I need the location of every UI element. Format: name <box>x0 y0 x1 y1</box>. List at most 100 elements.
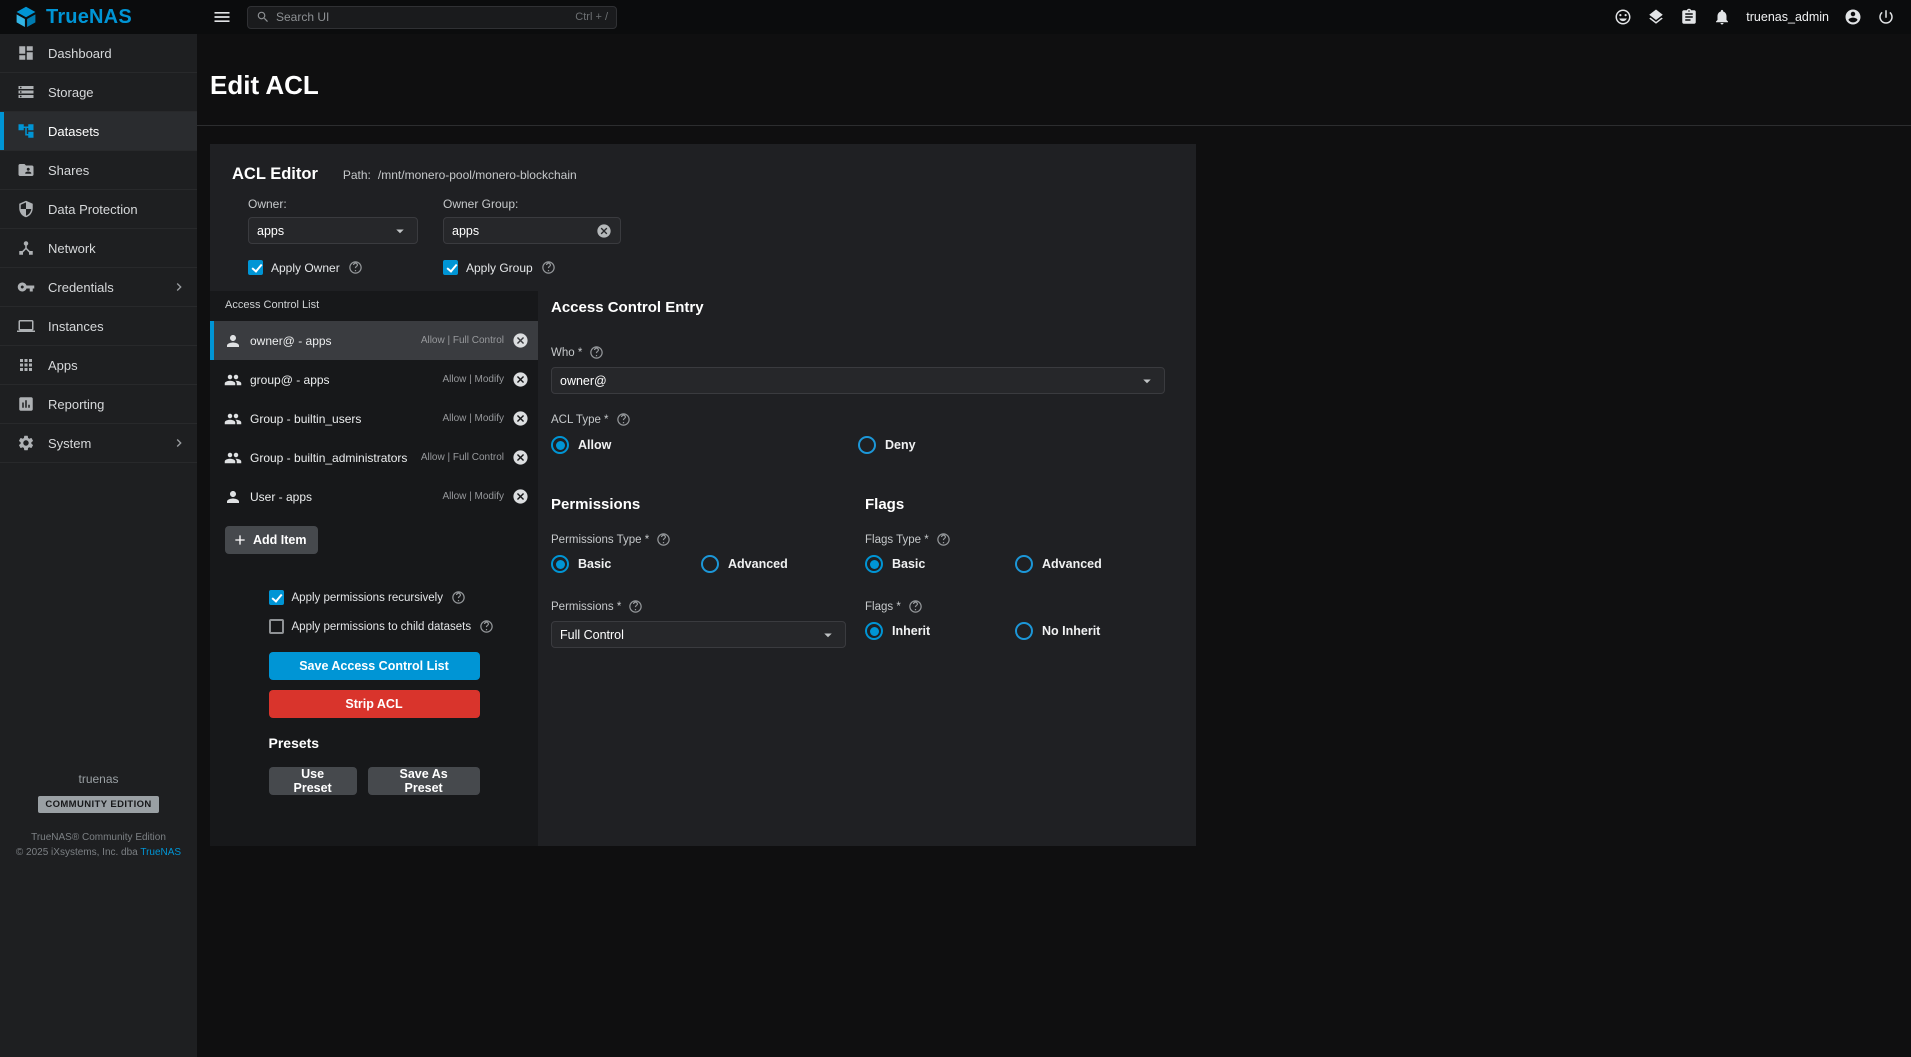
clear-input-icon[interactable] <box>596 223 612 239</box>
path-value: /mnt/monero-pool/monero-blockchain <box>378 168 577 182</box>
account-circle-icon <box>1844 8 1862 26</box>
permissions-label-row: Permissions * <box>551 599 865 614</box>
acl-entry-group-builtin-administrators[interactable]: Group - builtin_administratorsAllow | Fu… <box>210 438 538 477</box>
remove-entry-icon[interactable] <box>512 488 529 505</box>
permissions-type-label-row: Permissions Type * <box>551 532 865 547</box>
apply-recursively-checkbox[interactable]: Apply permissions recursively <box>269 590 480 605</box>
checkbox-icon <box>443 260 458 275</box>
owner-label: Owner: <box>248 197 418 211</box>
chevron-right-icon <box>171 279 187 295</box>
checklist-button[interactable] <box>1676 4 1702 30</box>
acl-entry-group-builtin-users[interactable]: Group - builtin_users Allow | Modify <box>210 399 538 438</box>
gear-icon <box>17 434 35 452</box>
remove-entry-icon[interactable] <box>512 410 529 427</box>
sidebar-item-data-protection[interactable]: Data Protection <box>0 190 197 229</box>
sidebar-item-dashboard[interactable]: Dashboard <box>0 34 197 73</box>
account-button[interactable] <box>1840 4 1866 30</box>
remove-entry-icon[interactable] <box>512 332 529 349</box>
help-icon[interactable] <box>451 590 466 605</box>
checkbox-icon <box>269 619 284 634</box>
radio-icon <box>551 555 569 573</box>
remove-entry-icon[interactable] <box>512 371 529 388</box>
help-icon[interactable] <box>908 599 923 614</box>
sidebar-item-credentials[interactable]: Credentials <box>0 268 197 307</box>
checkbox-label: Apply Owner <box>271 261 340 275</box>
dropdown-arrow-icon <box>819 626 837 644</box>
radio-deny[interactable]: Deny <box>858 436 1166 454</box>
alerts-button[interactable] <box>1709 4 1735 30</box>
help-icon[interactable] <box>589 345 604 360</box>
card-title: ACL Editor <box>232 165 318 184</box>
radio-inherit[interactable]: Inherit <box>865 622 1015 640</box>
remove-entry-icon[interactable] <box>512 449 529 466</box>
help-icon[interactable] <box>628 599 643 614</box>
add-item-button[interactable]: Add Item <box>225 526 318 554</box>
radio-label: Allow <box>578 438 611 452</box>
save-as-preset-button[interactable]: Save As Preset <box>368 767 480 795</box>
radio-label: Advanced <box>1042 557 1102 571</box>
menu-toggle-button[interactable] <box>209 4 235 30</box>
power-button[interactable] <box>1873 4 1899 30</box>
radio-no-inherit[interactable]: No Inherit <box>1015 622 1166 640</box>
acl-list-title: Access Control List <box>210 299 538 321</box>
radio-icon <box>865 622 883 640</box>
flags-radio-group: InheritNo Inherit <box>865 622 1166 640</box>
sidebar-item-shares[interactable]: Shares <box>0 151 197 190</box>
sidebar-item-network[interactable]: Network <box>0 229 197 268</box>
menu-icon <box>212 7 232 27</box>
radio-basic[interactable]: Basic <box>865 555 1015 573</box>
apply-group-checkbox[interactable]: Apply Group <box>443 260 621 275</box>
apply-to-child-datasets-checkbox[interactable]: Apply permissions to child datasets <box>269 619 480 634</box>
sidebar-item-storage[interactable]: Storage <box>0 73 197 112</box>
sidebar-item-apps[interactable]: Apps <box>0 346 197 385</box>
layers-icon <box>1647 8 1665 26</box>
acl-entry-permissions: Allow | Modify <box>438 413 504 424</box>
permissions-type-label: Permissions Type * <box>551 534 649 546</box>
feedback-button[interactable] <box>1610 4 1636 30</box>
jobs-button[interactable] <box>1643 4 1669 30</box>
acl-entry-who: Group - builtin_administrators <box>250 451 407 465</box>
sidebar-item-instances[interactable]: Instances <box>0 307 197 346</box>
search-icon <box>256 10 270 24</box>
radio-advanced[interactable]: Advanced <box>701 555 865 573</box>
acl-entry-who: Group - builtin_users <box>250 412 361 426</box>
permissions-select[interactable]: Full Control <box>551 621 846 648</box>
sidebar-item-reporting[interactable]: Reporting <box>0 385 197 424</box>
help-icon[interactable] <box>541 260 556 275</box>
sidebar-item-datasets[interactable]: Datasets <box>0 112 197 151</box>
acl-entry-permissions: Allow | Modify <box>438 374 504 385</box>
chart-icon <box>17 395 35 413</box>
strip-acl-button[interactable]: Strip ACL <box>269 690 480 718</box>
search-input[interactable] <box>276 10 569 24</box>
acl-entry-owner-apps[interactable]: owner@ - appsAllow | Full Control <box>210 321 538 360</box>
use-preset-button[interactable]: Use Preset <box>269 767 357 795</box>
sidebar-item-system[interactable]: System <box>0 424 197 463</box>
help-icon[interactable] <box>616 412 631 427</box>
flags-type-label: Flags Type * <box>865 534 929 546</box>
flags-column: Flags Flags Type * BasicAdvanced Flags * <box>865 496 1166 648</box>
sidebar-item-label: Data Protection <box>48 202 138 217</box>
save-acl-button[interactable]: Save Access Control List <box>269 652 480 680</box>
help-icon[interactable] <box>936 532 951 547</box>
acl-entry-group-apps[interactable]: group@ - appsAllow | Modify <box>210 360 538 399</box>
owner-select[interactable]: apps <box>248 217 418 244</box>
radio-advanced[interactable]: Advanced <box>1015 555 1166 573</box>
sidebar-item-label: Dashboard <box>48 46 112 61</box>
acl-entry-user-apps[interactable]: User - appsAllow | Modify <box>210 477 538 516</box>
shield-icon <box>17 200 35 218</box>
apply-owner-checkbox[interactable]: Apply Owner <box>248 260 418 275</box>
help-icon[interactable] <box>656 532 671 547</box>
search-box[interactable]: Ctrl + / <box>247 6 617 29</box>
radio-basic[interactable]: Basic <box>551 555 701 573</box>
acl-actions: Apply permissions recursively Apply perm… <box>269 590 480 795</box>
checkbox-label: Apply permissions to child datasets <box>292 621 472 633</box>
page-title: Edit ACL <box>197 34 1911 125</box>
brand[interactable]: TrueNAS <box>0 5 197 29</box>
radio-allow[interactable]: Allow <box>551 436 858 454</box>
owner-group-input[interactable] <box>452 224 596 238</box>
help-icon[interactable] <box>479 619 494 634</box>
search-shortcut: Ctrl + / <box>575 11 608 23</box>
help-icon[interactable] <box>348 260 363 275</box>
truenas-link[interactable]: TrueNAS <box>140 847 181 858</box>
who-select[interactable]: owner@ <box>551 367 1165 394</box>
